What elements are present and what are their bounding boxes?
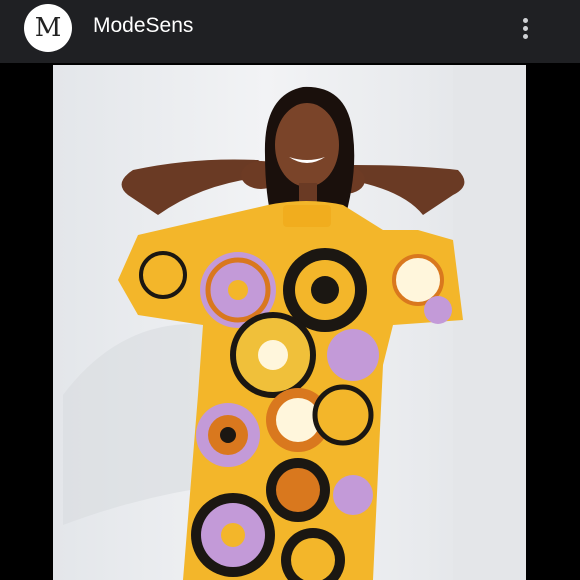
product-photo[interactable] bbox=[53, 65, 526, 580]
image-viewer bbox=[0, 63, 580, 580]
app-title: ModeSens bbox=[93, 14, 194, 37]
profile-avatar[interactable]: M bbox=[24, 4, 72, 52]
avatar-letter: M bbox=[34, 13, 62, 43]
face bbox=[275, 103, 339, 187]
more-vert-icon[interactable] bbox=[515, 12, 535, 44]
app-header: M ModeSens bbox=[0, 0, 580, 63]
photo-illustration bbox=[53, 65, 526, 580]
